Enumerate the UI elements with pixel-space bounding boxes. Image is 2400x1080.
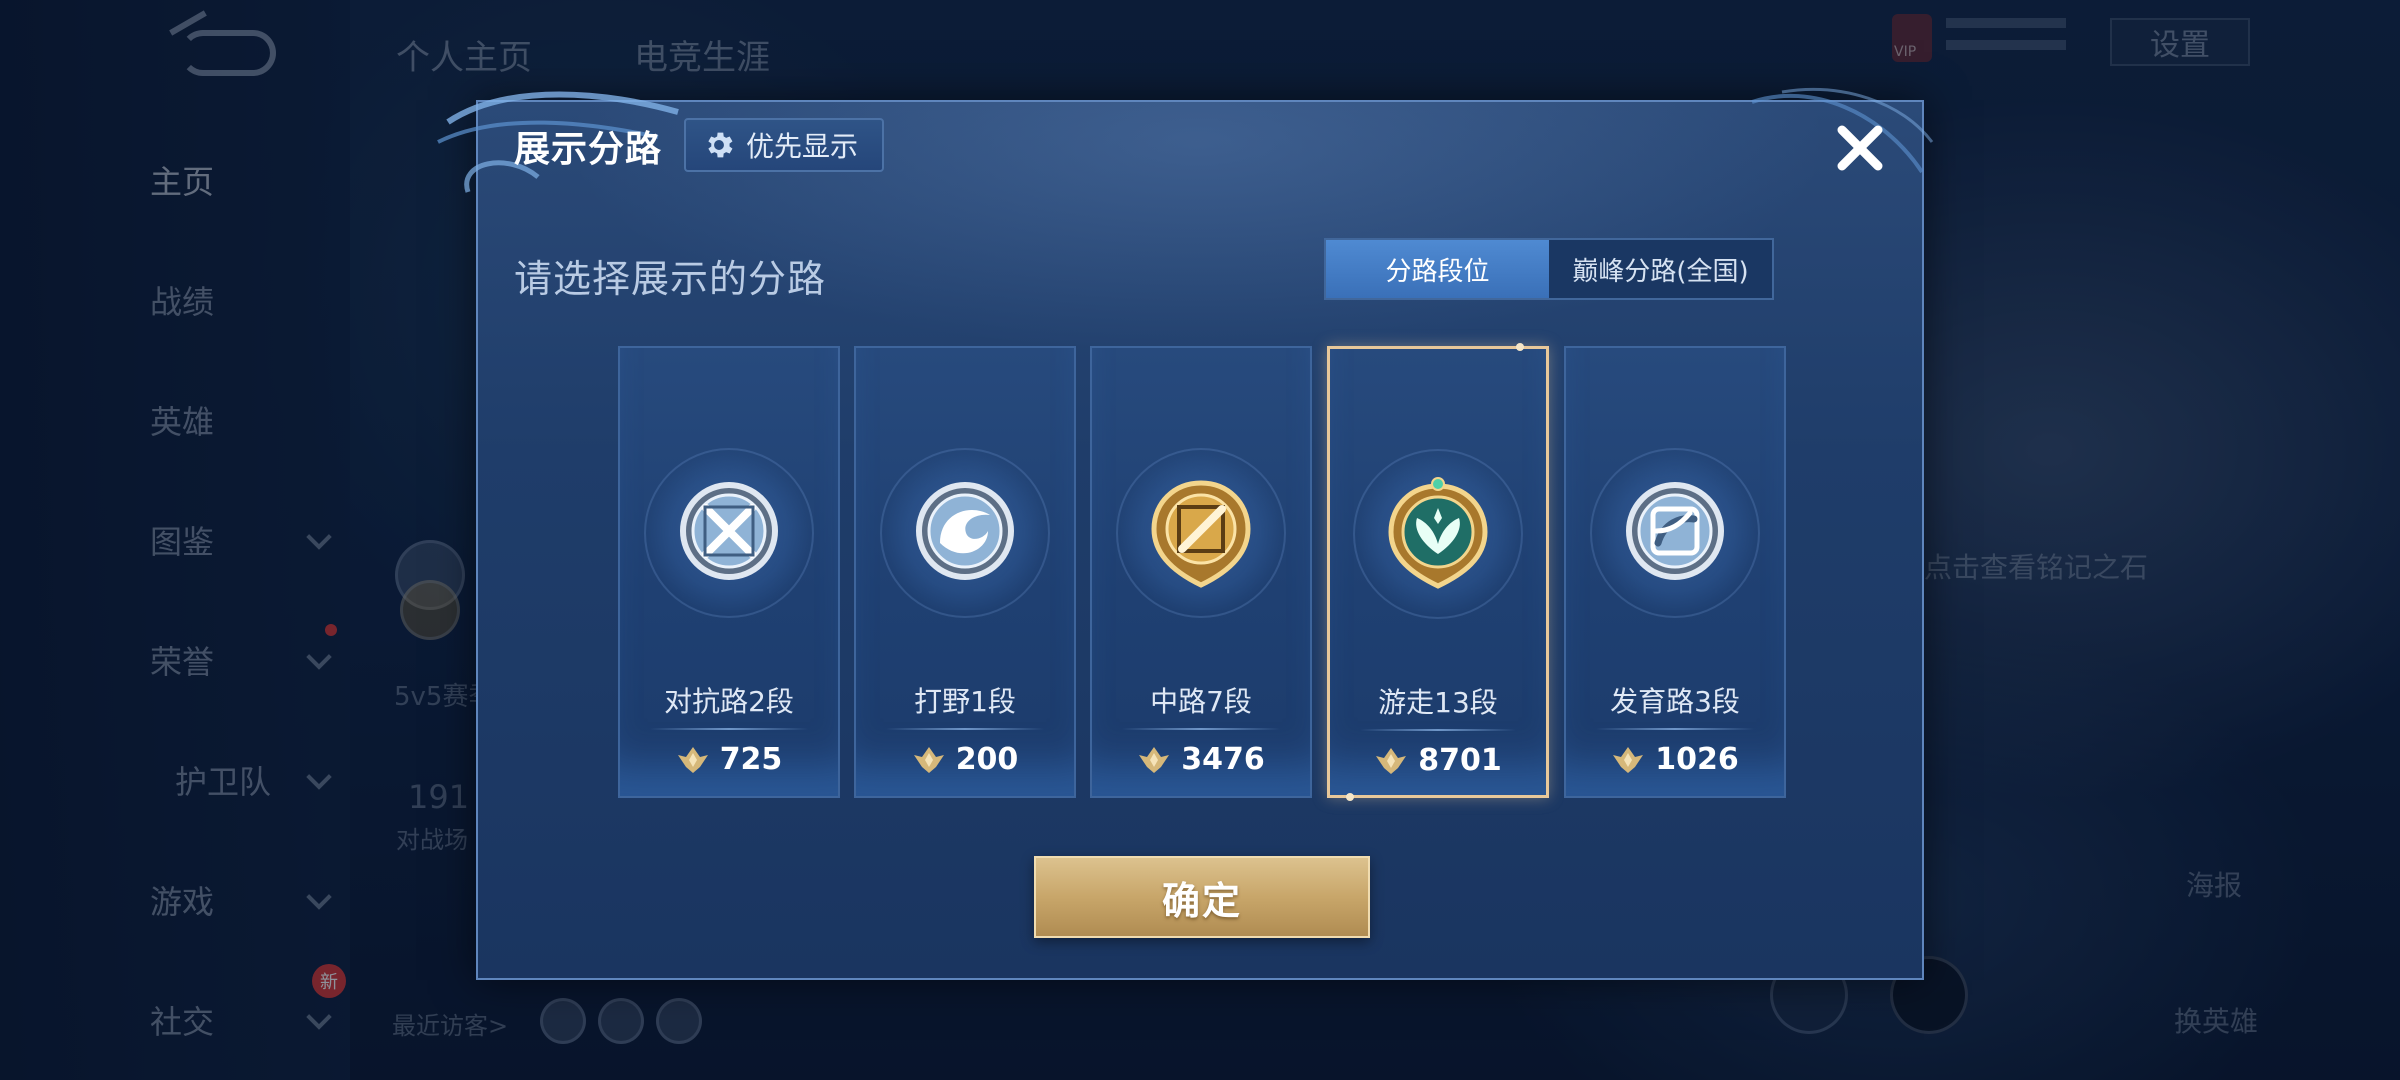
- toggle-peak-lane-national[interactable]: 巅峰分路(全国): [1549, 240, 1772, 298]
- lane-name: 中路7段: [1150, 685, 1252, 718]
- divider: [1360, 729, 1516, 731]
- lane-card-farm[interactable]: 发育路3段 1026: [1564, 346, 1786, 798]
- score-emblem-icon: [1139, 746, 1170, 773]
- lane-score: 8701: [1330, 743, 1546, 778]
- lane-display-dialog: 展示分路 优先显示 请选择展示的分路 分路段位 巅峰分路(全国) 对抗路2段 7…: [437, 88, 1934, 980]
- confirm-button[interactable]: 确定: [1034, 856, 1370, 938]
- lane-card-clash[interactable]: 对抗路2段 725: [618, 346, 840, 798]
- toggle-lane-rank[interactable]: 分路段位: [1326, 240, 1549, 298]
- lane-card-roam[interactable]: 游走13段 8701: [1327, 343, 1549, 801]
- clash-lane-emblem-icon: [680, 482, 778, 580]
- divider: [1596, 728, 1754, 730]
- lane-card-list: 对抗路2段 725 打野1段 200 中路7段 3476 游走13段 8701 …: [618, 343, 1786, 802]
- priority-display-button[interactable]: 优先显示: [684, 118, 884, 172]
- emblem-frame: [1590, 448, 1760, 618]
- lane-name: 对抗路2段: [664, 685, 794, 718]
- roam-emblem-icon: [1388, 477, 1488, 589]
- lane-card-mid[interactable]: 中路7段 3476: [1090, 346, 1312, 798]
- jungle-emblem-icon: [916, 482, 1014, 580]
- lane-score-value: 725: [719, 742, 783, 777]
- dialog-title: 展示分路: [514, 129, 663, 170]
- lane-score: 1026: [1566, 742, 1784, 777]
- lane-name: 发育路3段: [1610, 685, 1740, 718]
- lane-score: 200: [856, 742, 1074, 777]
- score-emblem-icon: [913, 746, 944, 773]
- lane-name: 打野1段: [914, 685, 1016, 718]
- score-emblem-icon: [1376, 747, 1407, 774]
- lane-score-value: 3476: [1181, 742, 1265, 777]
- divider: [650, 728, 808, 730]
- close-icon[interactable]: [1828, 116, 1892, 180]
- emblem-frame: [644, 448, 814, 618]
- score-emblem-icon: [677, 746, 708, 773]
- emblem-frame: [880, 448, 1050, 618]
- gear-icon: [708, 132, 733, 158]
- lane-card-jungle[interactable]: 打野1段 200: [854, 346, 1076, 798]
- lane-score: 725: [620, 742, 838, 777]
- lane-score-value: 8701: [1418, 743, 1502, 778]
- emblem-frame: [1353, 449, 1523, 619]
- lane-score-value: 1026: [1655, 742, 1739, 777]
- mid-lane-emblem-icon: [1151, 480, 1251, 588]
- dialog-subtitle: 请选择展示的分路: [514, 257, 827, 301]
- emblem-frame: [1116, 448, 1286, 618]
- lane-mode-toggle: 分路段位 巅峰分路(全国): [1324, 238, 1774, 300]
- divider: [1122, 728, 1280, 730]
- farm-lane-emblem-icon: [1626, 482, 1724, 580]
- score-emblem-icon: [1613, 746, 1644, 773]
- lane-score: 3476: [1092, 742, 1310, 777]
- priority-display-label: 优先显示: [746, 130, 859, 163]
- divider: [886, 728, 1044, 730]
- lane-name: 游走13段: [1378, 686, 1498, 719]
- lane-score-value: 200: [955, 742, 1019, 777]
